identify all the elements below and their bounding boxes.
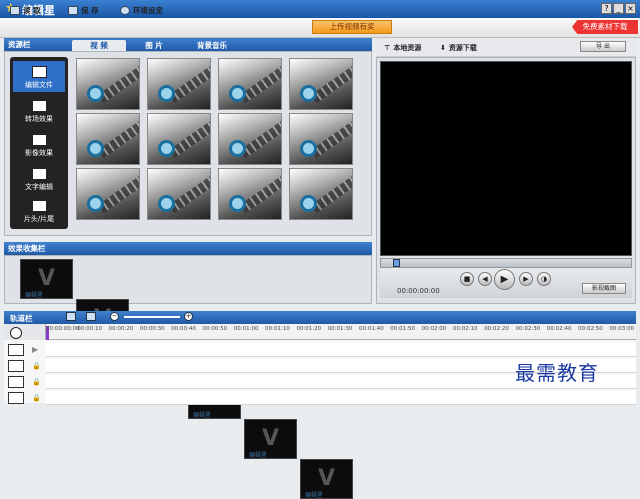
- sidebar-item-transition[interactable]: 转场效果: [13, 95, 65, 126]
- ruler-tick-label: 00:02:20: [484, 326, 509, 332]
- open-button[interactable]: 读 取: [10, 4, 41, 16]
- effects-panel-title: 效果收集栏: [4, 242, 372, 255]
- ab-icon: [31, 100, 47, 112]
- video-thumbnail[interactable]: [218, 113, 282, 165]
- sidebar-item-text-edit[interactable]: 文字编辑: [13, 163, 65, 194]
- film-icon: [31, 66, 47, 78]
- preview-screen: [380, 61, 632, 256]
- video-thumbnail[interactable]: [76, 58, 140, 110]
- folder-icon: [10, 5, 20, 15]
- video-thumbnail[interactable]: [218, 58, 282, 110]
- blocks-icon: [31, 200, 47, 212]
- settings-button[interactable]: 环境设定: [120, 4, 163, 16]
- video-thumbnail[interactable]: [76, 168, 140, 220]
- wand-icon: [31, 134, 47, 146]
- ruler-tick-label: 00:00:00:00: [46, 326, 80, 332]
- ruler-tick-label: 00:01:50: [390, 326, 415, 332]
- timeline-header: [4, 311, 636, 324]
- lock-icon[interactable]: 🔒: [32, 378, 41, 386]
- sidebar-item-intro-outro[interactable]: 片头/片尾: [13, 195, 65, 226]
- next-frame-icon[interactable]: ▶: [519, 272, 533, 286]
- video-thumbnail[interactable]: [289, 168, 353, 220]
- snapshot-button[interactable]: 影视截图: [582, 283, 626, 294]
- effect-thumbnail[interactable]: V编辑星: [300, 459, 353, 499]
- lock-icon[interactable]: 🔒: [32, 394, 41, 402]
- download-icon: ⬇: [440, 44, 446, 52]
- volume-icon[interactable]: ◑: [537, 272, 551, 286]
- tab-video[interactable]: 视 频: [72, 40, 126, 51]
- local-resource-link[interactable]: ⊤ 本地资源: [384, 43, 421, 53]
- ruler-tick-label: 00:01:30: [327, 326, 353, 332]
- sidebar-item-image-effect[interactable]: 影像效果: [13, 129, 65, 160]
- pin-icon: ⊤: [384, 44, 391, 52]
- wand-icon: [8, 376, 24, 388]
- ruler-tick-label: 00:00:10: [77, 326, 102, 332]
- seek-handle[interactable]: [393, 259, 400, 267]
- tab-image[interactable]: 图 片: [132, 40, 176, 51]
- ruler-tick-label: 00:03:00: [609, 326, 635, 332]
- ruler-tick-label: 00:00:30: [139, 326, 165, 332]
- stop-icon[interactable]: ■: [460, 272, 474, 286]
- ruler-tick-label: 00:02:00: [421, 326, 447, 332]
- tab-music[interactable]: 背景音乐: [184, 40, 240, 51]
- resource-download-link[interactable]: ⬇ 资源下载: [440, 43, 477, 53]
- ruler-tick-label: 00:02:50: [578, 326, 603, 332]
- video-thumbnail[interactable]: [289, 113, 353, 165]
- brand-watermark: 最需教育: [515, 361, 599, 385]
- ruler-tick-label: 00:01:40: [359, 326, 384, 332]
- track-play-icon: ▶: [32, 345, 39, 354]
- resource-sidebar: 编辑文件 转场效果 影像效果 文字编辑 片头/片尾: [10, 57, 68, 229]
- video-thumbnail-grid: [76, 58, 353, 220]
- ruler-tick-label: 00:00:20: [108, 326, 134, 332]
- video-thumbnail[interactable]: [76, 113, 140, 165]
- play-icon[interactable]: ▶: [494, 269, 515, 290]
- zoom-out-icon[interactable]: −: [110, 312, 119, 321]
- sidebar-item-edit-file[interactable]: 编辑文件: [13, 61, 65, 92]
- ruler-tick-label: 00:02:10: [452, 326, 478, 332]
- video-thumbnail[interactable]: [289, 58, 353, 110]
- ruler-tick-label: 00:00:40: [171, 326, 196, 332]
- help-icon[interactable]: ?: [601, 3, 612, 14]
- text-icon: [31, 168, 47, 180]
- clock-icon: [10, 327, 22, 339]
- ruler-tick-label: 00:01:10: [265, 326, 290, 332]
- timeline-title: 轨道栏: [10, 314, 33, 323]
- prev-frame-icon[interactable]: ◀: [478, 272, 492, 286]
- save-button[interactable]: 保 存: [68, 4, 99, 16]
- ruler-tick-label: 00:00:50: [202, 326, 228, 332]
- close-button[interactable]: ×: [625, 3, 636, 14]
- free-download-button[interactable]: 免费素材下载: [572, 20, 638, 34]
- disk-icon[interactable]: [86, 312, 96, 321]
- film-icon: [8, 344, 24, 356]
- minimize-button[interactable]: _: [613, 3, 624, 14]
- video-thumbnail[interactable]: [147, 58, 211, 110]
- ruler-tick-label: 00:02:30: [515, 326, 541, 332]
- zoom-slider[interactable]: [124, 316, 180, 318]
- effect-thumbnail[interactable]: V编辑星: [244, 419, 297, 459]
- effect-thumbnail[interactable]: V编辑星: [20, 259, 73, 299]
- zoom-in-icon[interactable]: +: [184, 312, 193, 321]
- upload-video-button[interactable]: 上传视频有奖: [312, 20, 392, 34]
- export-button[interactable]: 导 出: [580, 41, 626, 52]
- timecode-display: 00:00:00:00: [397, 287, 440, 295]
- seek-bar[interactable]: [380, 258, 632, 268]
- video-thumbnail[interactable]: [218, 168, 282, 220]
- ruler-tick-label: 00:01:20: [296, 326, 322, 332]
- ab-icon: [8, 360, 24, 372]
- text-icon: [8, 392, 24, 404]
- video-thumbnail[interactable]: [147, 168, 211, 220]
- gear-icon: [120, 5, 130, 15]
- video-track[interactable]: [46, 343, 636, 357]
- ruler-tick-label: 00:01:00: [233, 326, 259, 332]
- disk-icon: [68, 5, 78, 15]
- folder-icon[interactable]: [66, 312, 76, 321]
- ruler-tick-label: 00:02:40: [546, 326, 572, 332]
- lock-icon[interactable]: 🔒: [32, 362, 41, 370]
- video-thumbnail[interactable]: [147, 113, 211, 165]
